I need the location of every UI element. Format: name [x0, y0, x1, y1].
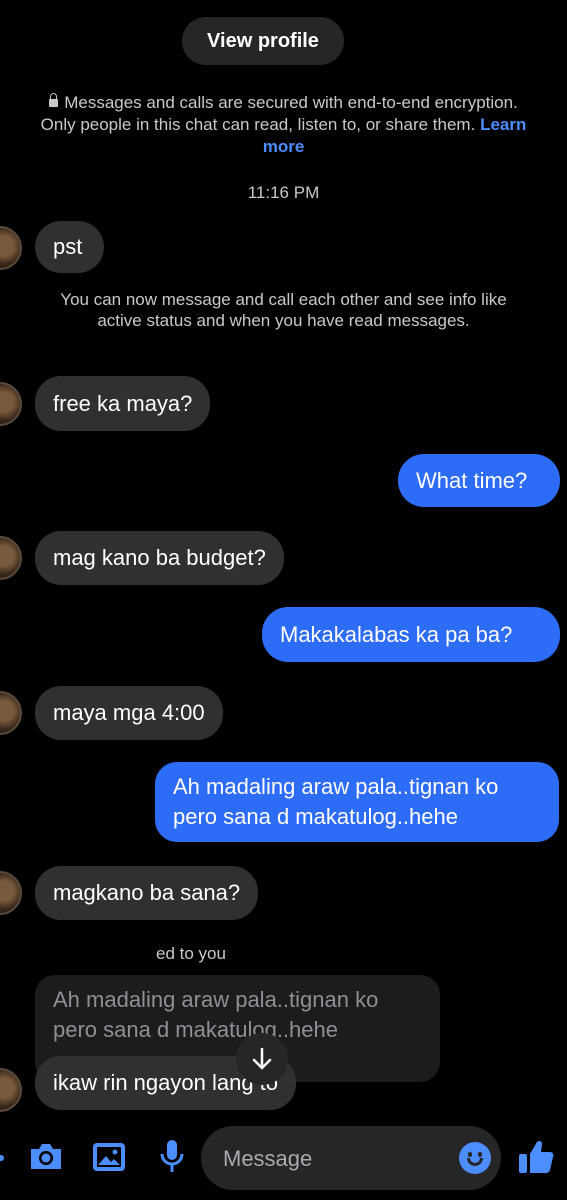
message-composer[interactable] — [201, 1126, 501, 1192]
scroll-to-bottom-button[interactable] — [236, 1033, 288, 1085]
avatar[interactable] — [0, 536, 22, 580]
lock-icon — [49, 93, 59, 107]
emoji-icon[interactable] — [459, 1142, 491, 1174]
encryption-text: Messages and calls are secured with end-… — [40, 93, 518, 134]
message-bubble-outgoing[interactable]: Ah madaling araw pala..tignan ko pero sa… — [155, 762, 559, 842]
message-bubble-incoming[interactable]: pst — [35, 221, 104, 273]
message-input[interactable] — [221, 1126, 445, 1192]
view-profile-button[interactable]: View profile — [182, 17, 344, 65]
microphone-icon[interactable] — [159, 1139, 185, 1175]
avatar[interactable] — [0, 382, 22, 426]
replied-to-label: ed to you — [156, 944, 226, 963]
message-bubble-incoming[interactable]: free ka maya? — [35, 376, 211, 431]
image-icon[interactable] — [92, 1142, 126, 1172]
more-actions-icon[interactable] — [0, 1150, 6, 1166]
info-notice: You can now message and call each other … — [60, 290, 507, 330]
camera-icon[interactable] — [28, 1141, 64, 1173]
message-bubble-outgoing[interactable]: Makakalabas ka pa ba? — [262, 607, 560, 662]
message-bubble-incoming[interactable]: maya mga 4:00 — [35, 686, 223, 740]
message-bubble-incoming[interactable]: magkano ba sana? — [35, 866, 259, 920]
avatar[interactable] — [0, 226, 22, 270]
thumbs-up-icon[interactable] — [517, 1138, 555, 1176]
avatar[interactable] — [0, 691, 22, 735]
avatar[interactable] — [0, 1068, 22, 1112]
message-bubble-outgoing[interactable]: What time? — [398, 454, 560, 507]
encryption-notice: Messages and calls are secured with end-… — [30, 92, 537, 158]
message-timestamp: 11:16 PM — [247, 183, 320, 202]
avatar[interactable] — [0, 871, 22, 915]
message-bubble-incoming[interactable]: mag kano ba budget? — [35, 531, 284, 585]
arrow-down-icon — [252, 1047, 272, 1070]
